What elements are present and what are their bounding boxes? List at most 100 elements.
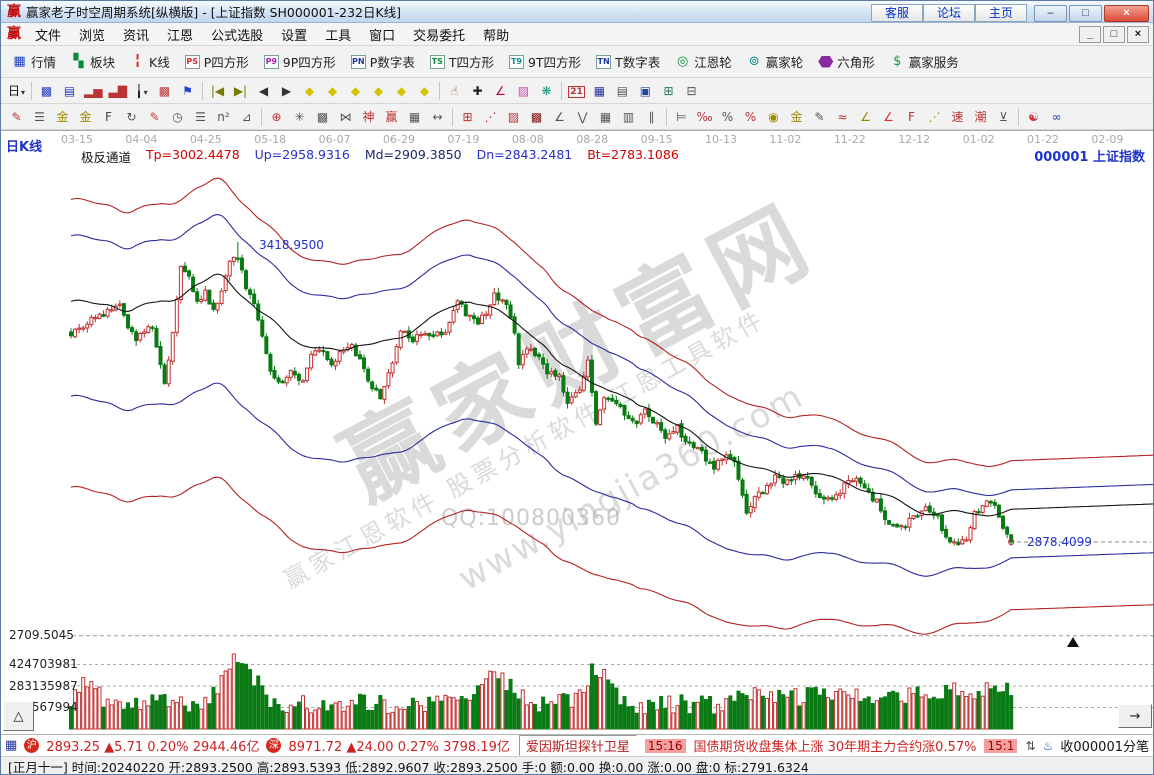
draw-xor[interactable]: ⊻ [992, 106, 1015, 127]
btn-quotes[interactable]: ▦行情 [5, 48, 63, 75]
key-star-button[interactable]: ◆ [390, 80, 413, 101]
stamp-tool-button[interactable]: ▨ [512, 80, 535, 101]
draw-gold-fan[interactable]: ⋰ [923, 106, 946, 127]
btn-kline[interactable]: ╏K线 [123, 48, 177, 75]
draw-angle-red[interactable]: ∠ [877, 106, 900, 127]
menu-江恩[interactable]: 江恩 [158, 23, 202, 46]
btn-9p-square[interactable]: P99P四方形 [257, 48, 343, 75]
mdi-restore-button[interactable]: □ [1103, 26, 1125, 43]
menu-设置[interactable]: 设置 [272, 23, 316, 46]
news-headline[interactable]: 爱因斯坦探针卫星 [519, 735, 637, 756]
key-all-button[interactable]: ◆ [413, 80, 436, 101]
draw-wave-a[interactable]: ≈ [831, 106, 854, 127]
draw-f-angle[interactable]: F [900, 106, 923, 127]
menu-工具[interactable]: 工具 [316, 23, 360, 46]
flag-icon[interactable]: ⚑ [176, 80, 199, 101]
titlebar-button-客服[interactable]: 客服 [871, 4, 923, 22]
draw-pct-line[interactable]: % [739, 106, 762, 127]
draw-pen-red[interactable]: ✎ [5, 106, 28, 127]
btn-gann-wheel[interactable]: ◎江恩轮 [668, 48, 739, 75]
btn-hexagon[interactable]: 六角形 [811, 48, 882, 75]
draw-clock[interactable]: ◷ [166, 106, 189, 127]
angle-tool-button[interactable]: ∠ [489, 80, 512, 101]
draw-hbars[interactable]: ⊨ [670, 106, 693, 127]
save-button[interactable]: ▣ [634, 80, 657, 101]
bars-9-icon[interactable]: ▃▇ [106, 80, 130, 101]
draw-gann-fan[interactable]: ⋰ [479, 106, 502, 127]
draw-shen[interactable]: 神 [357, 106, 380, 127]
draw-compass[interactable]: ⊕ [265, 106, 288, 127]
hand-tool-button[interactable]: ☝ [443, 80, 466, 101]
draw-grid-2[interactable]: ▦ [594, 106, 617, 127]
web-red-icon[interactable]: ▩ [153, 80, 176, 101]
draw-pct-fan[interactable]: ‰ [693, 106, 716, 127]
draw-parallel[interactable]: ∥ [640, 106, 663, 127]
btn-p-square[interactable]: PSP四方形 [178, 48, 256, 75]
candle-style-button[interactable]: ╽▾ [130, 80, 153, 101]
taiji-icon[interactable]: ☯ [1022, 106, 1045, 127]
draw-wave-v[interactable]: ⋁ [571, 106, 594, 127]
nav-first-button[interactable]: |◀ [206, 80, 229, 101]
draw-gold-circle[interactable]: ◉ [762, 106, 785, 127]
bars-3-icon[interactable]: ▂▅ [81, 80, 105, 101]
key-shrink-button[interactable]: ◆ [367, 80, 390, 101]
draw-gold-angle[interactable]: ∠ [854, 106, 877, 127]
grid-icon[interactable]: ▦ [5, 738, 17, 753]
scroll-right-button[interactable]: → [1118, 704, 1152, 728]
draw-width[interactable]: ↔ [426, 106, 449, 127]
btn-winner-wheel[interactable]: ⊚赢家轮 [740, 48, 811, 75]
pc-globe-button[interactable]: ⊞ [657, 80, 680, 101]
draw-tide[interactable]: 潮 [969, 106, 992, 127]
draw-gold-2[interactable]: 金 [74, 106, 97, 127]
news-text[interactable]: 国债期货收盘集体上涨 30年期主力合约涨0.57% [694, 736, 977, 755]
draw-gold-1[interactable]: 金 [51, 106, 74, 127]
menu-交易委托[interactable]: 交易委托 [404, 23, 474, 46]
draw-gold-lines[interactable]: 金 [785, 106, 808, 127]
nav-next-button[interactable]: ▶ [275, 80, 298, 101]
menu-浏览[interactable]: 浏览 [70, 23, 114, 46]
menu-文件[interactable]: 文件 [26, 23, 70, 46]
btn-t-table[interactable]: TNT数字表 [589, 48, 667, 75]
draw-trend-angle[interactable]: ∠ [548, 106, 571, 127]
draw-speed-fan[interactable]: 速 [946, 106, 969, 127]
notepad-button[interactable]: ▤ [611, 80, 634, 101]
draw-m-wave[interactable]: ⋈ [334, 106, 357, 127]
period-day-button[interactable]: 日▾ [5, 80, 28, 101]
maximize-button[interactable]: □ [1069, 5, 1102, 22]
draw-pen-2[interactable]: ✎ [143, 106, 166, 127]
brain-tool-button[interactable]: ❋ [535, 80, 558, 101]
btn-winner-service[interactable]: $赢家服务 [883, 48, 966, 75]
menu-窗口[interactable]: 窗口 [360, 23, 404, 46]
calendar-button[interactable]: 21 [565, 80, 588, 101]
titlebar-button-论坛[interactable]: 论坛 [923, 4, 975, 22]
menu-公式选股[interactable]: 公式选股 [202, 23, 272, 46]
news-ticker[interactable]: 爱因斯坦探针卫星 15:16 国债期货收盘集体上涨 30年期主力合约涨0.57%… [519, 735, 1018, 756]
draw-web[interactable]: ▩ [311, 106, 334, 127]
spinner-icon[interactable]: ⇅ [1026, 739, 1036, 753]
draw-grid123[interactable]: ▦ [403, 106, 426, 127]
infinity-icon[interactable]: ∞ [1045, 106, 1068, 127]
chart-area[interactable]: 赢家财富网 赢家江恩软件 股票分析软件 江恩工具软件 www.yingjia36… [1, 130, 1153, 734]
pc-print-button[interactable]: ⊟ [680, 80, 703, 101]
draw-hatch-1[interactable]: ☰ [28, 106, 51, 127]
kline-canvas[interactable] [1, 131, 1153, 734]
clipboard-icon[interactable]: ▤ [58, 80, 81, 101]
draw-gann-grid[interactable]: ▨ [502, 106, 525, 127]
draw-grid-3[interactable]: ▥ [617, 106, 640, 127]
draw-pct[interactable]: % [716, 106, 739, 127]
network-icon[interactable]: ▩ [35, 80, 58, 101]
draw-star[interactable]: ✳ [288, 106, 311, 127]
draw-hatch-2[interactable]: ☰ [189, 106, 212, 127]
btn-p-table[interactable]: PNP数字表 [344, 48, 422, 75]
key-expand-button[interactable]: ◆ [344, 80, 367, 101]
minimize-button[interactable]: – [1034, 5, 1067, 22]
crosshair-tool-button[interactable]: ✚ [466, 80, 489, 101]
key-right-button[interactable]: ◆ [321, 80, 344, 101]
nav-last-button[interactable]: ▶| [229, 80, 252, 101]
draw-gann-box[interactable]: ⊞ [456, 106, 479, 127]
draw-gann-square[interactable]: ▩ [525, 106, 548, 127]
btn-sectors[interactable]: ▚板块 [64, 48, 122, 75]
volume-pane-toggle-button[interactable]: △ [3, 701, 34, 731]
menu-帮助[interactable]: 帮助 [474, 23, 518, 46]
nav-prev-button[interactable]: ◀ [252, 80, 275, 101]
